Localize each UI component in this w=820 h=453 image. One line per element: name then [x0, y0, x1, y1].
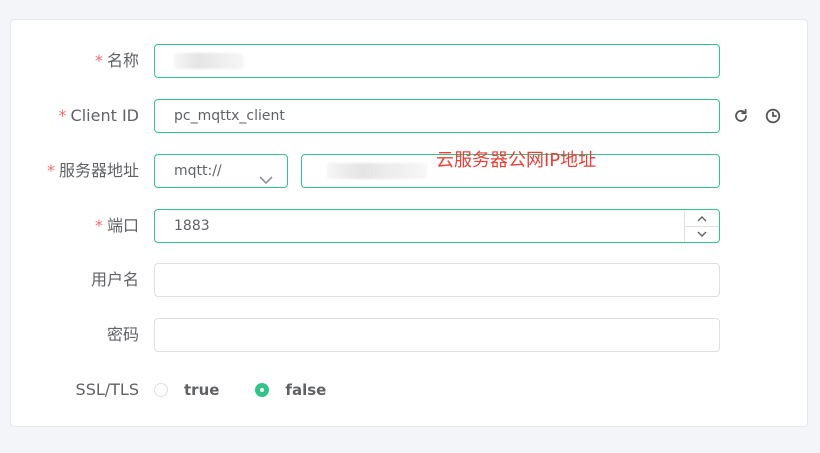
- name-label: * 名称: [94, 51, 139, 70]
- server-label: * 服务器地址: [46, 161, 139, 180]
- username-row: 用户名: [11, 263, 809, 297]
- increment-button[interactable]: [685, 210, 719, 227]
- username-label: 用户名: [90, 270, 139, 289]
- ssl-false-radio[interactable]: false: [255, 381, 326, 399]
- refresh-icon[interactable]: [731, 106, 751, 126]
- radio-checked-icon: [255, 383, 270, 397]
- client-id-label: * Client ID: [58, 106, 139, 125]
- server-annotation: 云服务器公网IP地址: [436, 150, 597, 171]
- protocol-select[interactable]: mqtt://: [154, 154, 288, 188]
- server-row: * 服务器地址 mqtt://: [11, 154, 809, 188]
- ssl-label: SSL/TLS: [75, 380, 139, 399]
- redacted-value: [174, 53, 244, 69]
- decrement-button[interactable]: [685, 226, 719, 242]
- port-row: * 端口 1883: [11, 209, 809, 243]
- ssl-row: SSL/TLS true false: [11, 373, 809, 407]
- client-id-row: * Client ID pc_mqttx_client: [11, 99, 809, 133]
- cut-off-header: [10, 0, 50, 4]
- ssl-true-radio[interactable]: true: [154, 381, 219, 399]
- chevron-down-icon: [259, 165, 273, 197]
- password-input[interactable]: [154, 318, 720, 352]
- password-row: 密码: [11, 318, 809, 352]
- clock-icon[interactable]: [763, 106, 783, 126]
- port-stepper: [684, 210, 719, 242]
- name-row: * 名称: [11, 44, 809, 78]
- port-input[interactable]: 1883: [154, 209, 720, 243]
- ssl-radio-group: true false: [154, 373, 362, 407]
- radio-unchecked-icon: [154, 383, 168, 397]
- password-label: 密码: [106, 325, 139, 344]
- name-input[interactable]: [154, 44, 720, 78]
- port-label: * 端口: [94, 216, 139, 235]
- connection-form: * 名称 * Client ID pc_mqttx_client * 服务器地址 mq…: [10, 19, 808, 427]
- username-input[interactable]: [154, 263, 720, 297]
- client-id-input[interactable]: pc_mqttx_client: [154, 99, 720, 133]
- redacted-value: [327, 163, 427, 179]
